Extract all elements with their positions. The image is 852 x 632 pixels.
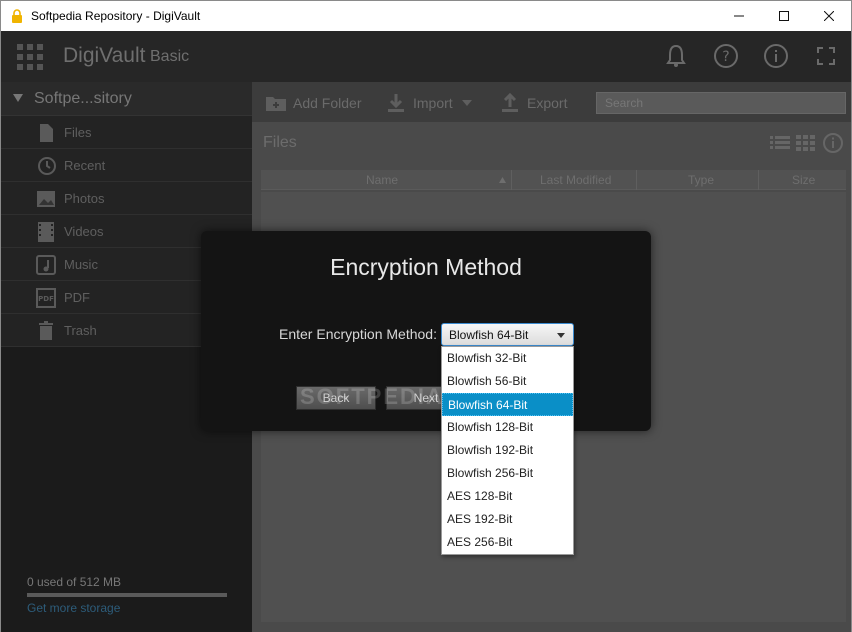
dropdown-option[interactable]: Blowfish 32-Bit — [442, 347, 573, 370]
dropdown-option[interactable]: Blowfish 128-Bit — [442, 416, 573, 439]
export-icon — [502, 92, 518, 112]
storage-progress-bar — [27, 593, 227, 597]
view-toggle-icons — [770, 133, 843, 153]
svg-text:PDF: PDF — [38, 295, 54, 303]
maximize-button[interactable] — [761, 1, 807, 31]
storage-usage-text: 0 used of 512 MB — [27, 575, 122, 589]
import-icon — [388, 94, 404, 112]
encryption-method-dropdown-list: Blowfish 32-Bit Blowfish 56-Bit Blowfish 6… — [441, 346, 574, 555]
sidebar-item-photos[interactable]: Photos — [1, 182, 252, 215]
search-input[interactable]: Search — [596, 92, 846, 114]
dialog-title: Encryption Method — [330, 254, 522, 280]
help-icon[interactable]: ? — [713, 43, 739, 69]
encryption-method-select[interactable]: Blowfish 64-Bit — [441, 323, 574, 346]
dropdown-option[interactable]: AES 128-Bit — [442, 485, 573, 508]
dropdown-option[interactable]: AES 192-Bit — [442, 508, 573, 531]
files-heading: Files — [263, 134, 297, 151]
dropdown-option[interactable]: Blowfish 56-Bit — [442, 370, 573, 393]
lock-icon — [12, 9, 22, 23]
close-button[interactable] — [806, 1, 852, 31]
export-button[interactable]: Export — [499, 92, 567, 114]
history-icon — [38, 157, 56, 175]
column-divider — [511, 170, 512, 190]
import-button[interactable]: Import — [385, 92, 473, 114]
svg-text:?: ? — [722, 49, 729, 65]
window-title: Softpedia Repository - DigiVault — [31, 9, 201, 23]
file-table-header: Name Last Modified Type Size — [261, 170, 846, 190]
minimize-icon — [734, 15, 744, 17]
minimize-button[interactable] — [716, 1, 762, 31]
film-icon — [38, 222, 54, 242]
get-more-storage-link[interactable]: Get more storage — [27, 601, 120, 615]
add-folder-label: Add Folder — [293, 95, 362, 111]
file-icon — [40, 124, 53, 142]
select-value: Blowfish 64-Bit — [449, 328, 529, 342]
pdf-icon: PDF — [36, 288, 56, 308]
column-header-last-modified[interactable]: Last Modified — [540, 173, 611, 187]
dropdown-option[interactable]: Blowfish 192-Bit — [442, 439, 573, 462]
sidebar-item-files[interactable]: Files — [1, 116, 252, 149]
encryption-method-label: Enter Encryption Method: — [279, 326, 437, 342]
music-icon — [36, 255, 56, 275]
bell-icon[interactable] — [663, 43, 689, 69]
trash-icon — [39, 321, 53, 340]
repository-header[interactable]: Softpe...sitory — [1, 82, 252, 116]
add-folder-icon — [266, 97, 286, 111]
dropdown-option[interactable]: AES 256-Bit — [442, 531, 573, 554]
column-divider — [758, 170, 759, 190]
brand-edition: Basic — [150, 48, 190, 65]
column-header-type[interactable]: Type — [688, 173, 714, 187]
import-label: Import — [413, 95, 453, 111]
chevron-down-icon — [557, 333, 565, 338]
add-folder-button[interactable]: Add Folder — [265, 92, 361, 114]
maximize-icon — [779, 11, 789, 21]
window-titlebar: Softpedia Repository - DigiVault — [0, 0, 852, 31]
info-icon[interactable] — [763, 43, 789, 69]
sidebar-item-label: Photos — [64, 191, 105, 206]
dropdown-option[interactable]: Blowfish 64-Bit — [442, 393, 573, 416]
dropdown-option[interactable]: Blowfish 256-Bit — [442, 462, 573, 485]
apps-grid-icon[interactable] — [17, 44, 43, 70]
sidebar-item-recent[interactable]: Recent — [1, 149, 252, 182]
sidebar-item-label: Files — [64, 125, 92, 140]
export-label: Export — [527, 95, 568, 111]
close-icon — [824, 11, 834, 21]
collapse-caret-icon — [13, 94, 23, 102]
repository-name: Softpe...sitory — [34, 90, 132, 107]
sidebar-item-label: Videos — [64, 224, 104, 239]
column-divider — [636, 170, 637, 190]
details-info-icon[interactable] — [823, 133, 843, 153]
chevron-down-icon — [461, 100, 472, 106]
app-header: DigiVault Basic ? — [1, 31, 851, 82]
toolbar: Add Folder Import Export Search — [252, 82, 851, 122]
brand-name: DigiVault — [63, 44, 146, 67]
grid-view-icon[interactable] — [796, 135, 815, 151]
column-header-name[interactable]: Name — [366, 173, 398, 187]
sidebar-item-label: PDF — [64, 290, 90, 305]
fullscreen-icon[interactable] — [813, 43, 839, 69]
sort-ascending-icon — [499, 177, 506, 183]
sidebar-item-label: Music — [64, 257, 98, 272]
photo-icon — [37, 191, 55, 207]
list-view-icon[interactable] — [770, 136, 790, 149]
softpedia-watermark: SOFTPEDIA — [300, 384, 444, 409]
sidebar-item-label: Trash — [64, 323, 97, 338]
column-header-size[interactable]: Size — [792, 173, 815, 187]
sidebar-item-label: Recent — [64, 158, 106, 173]
